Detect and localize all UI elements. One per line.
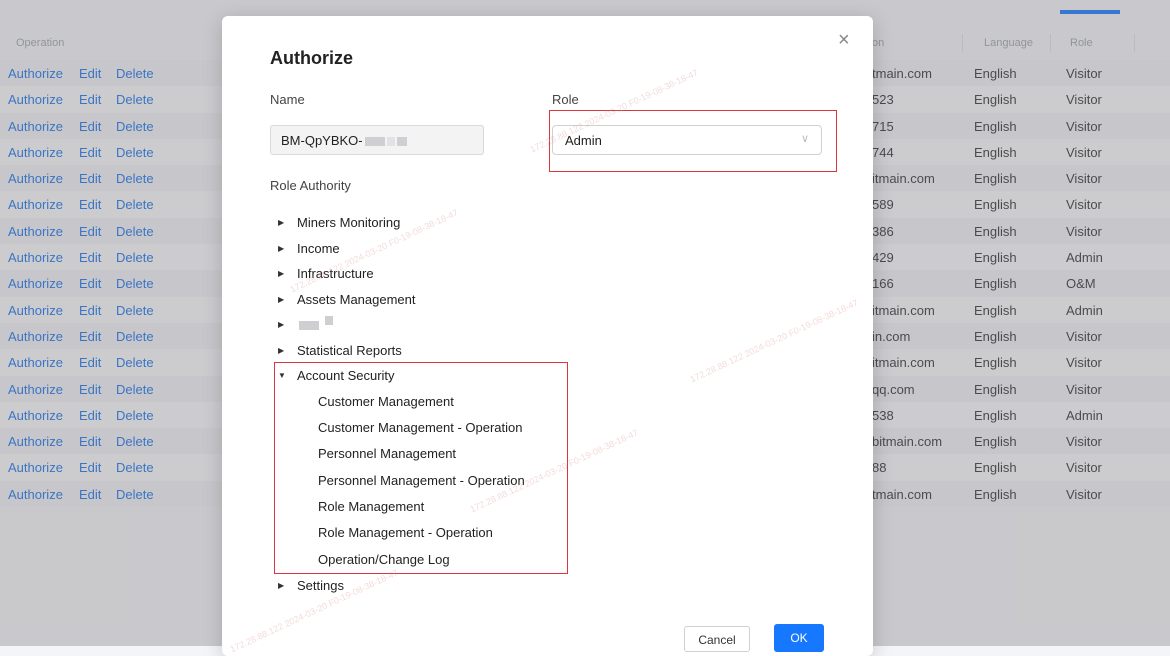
caret-right-icon[interactable]: ▶ xyxy=(278,261,284,286)
dialog-title: Authorize xyxy=(270,48,353,68)
tree-node-label: Assets Management xyxy=(297,291,416,307)
name-label: Name xyxy=(270,92,305,107)
tree-node[interactable]: ▶ Statistical Reports xyxy=(278,338,598,364)
highlight-box-account-security xyxy=(274,362,568,574)
role-label: Role xyxy=(552,92,579,107)
name-field[interactable]: BM-QpYBKO- xyxy=(270,125,484,155)
cancel-button[interactable]: Cancel xyxy=(684,626,750,652)
caret-right-icon[interactable]: ▶ xyxy=(278,210,284,235)
tree-node-label: Miners Monitoring xyxy=(297,215,401,230)
ok-button[interactable]: OK xyxy=(774,624,824,652)
tree-node-label xyxy=(297,312,333,337)
tree-node-label: Statistical Reports xyxy=(297,342,402,358)
redacted-block xyxy=(299,321,319,331)
redacted-block xyxy=(396,137,407,147)
caret-right-icon[interactable]: ▶ xyxy=(278,573,284,598)
tree-node-label: Income xyxy=(297,240,340,256)
tree-node[interactable]: ▶ xyxy=(278,312,598,338)
watermark: 172.28.88.122 2024-03-20 F0-19-08-38-18-… xyxy=(688,297,860,385)
close-icon[interactable]: × xyxy=(838,30,850,50)
name-value: BM-QpYBKO- xyxy=(281,133,363,148)
caret-right-icon[interactable]: ▶ xyxy=(278,236,284,261)
caret-right-icon[interactable]: ▶ xyxy=(278,312,284,337)
role-authority-label: Role Authority xyxy=(270,178,351,193)
redacted-block xyxy=(386,137,395,147)
authorize-dialog: Authorize × Name BM-QpYBKO- Role Admin ∨… xyxy=(222,16,873,656)
caret-right-icon[interactable]: ▶ xyxy=(278,338,284,363)
redacted-block xyxy=(325,316,333,325)
tree-node[interactable]: ▶ Income xyxy=(278,236,598,262)
redacted-block xyxy=(364,137,385,147)
caret-right-icon[interactable]: ▶ xyxy=(278,287,284,312)
tree-node[interactable]: ▶ Assets Management xyxy=(278,287,598,313)
tree-node[interactable]: ▶ Settings xyxy=(278,573,598,599)
